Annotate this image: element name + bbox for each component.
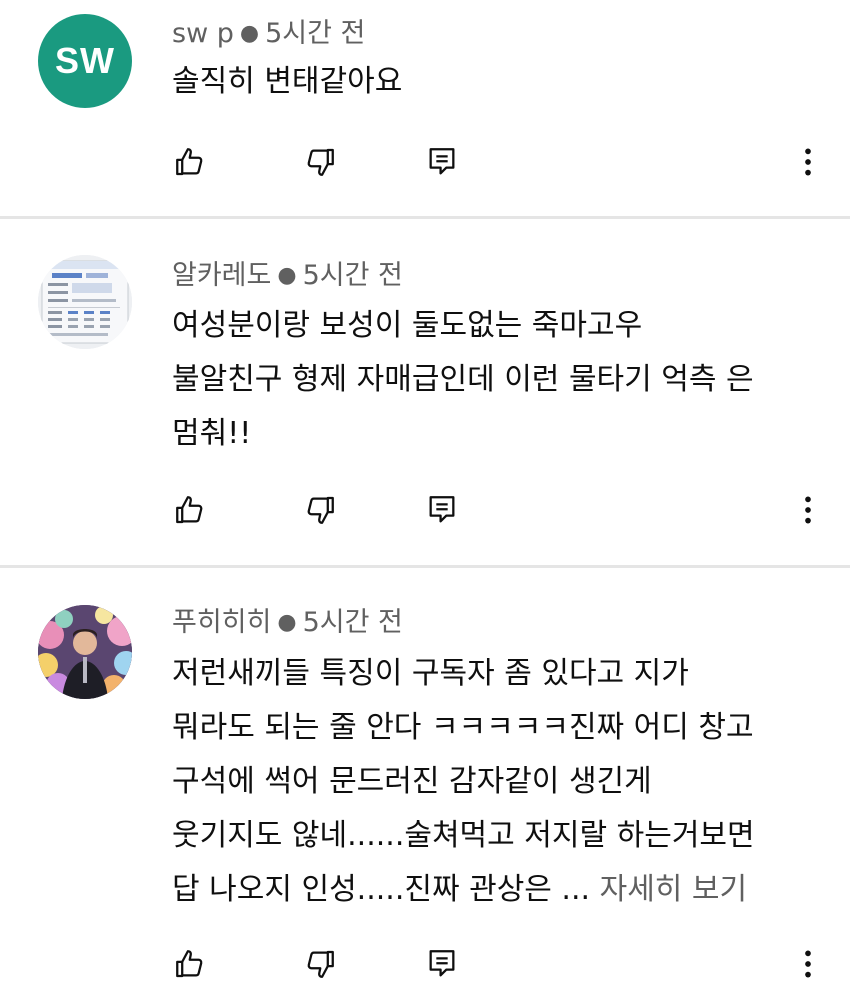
avatar-initials: SW	[55, 40, 115, 81]
comment-meta: sw p ● 5시간 전	[172, 16, 365, 52]
reply-icon	[429, 950, 455, 977]
author-name[interactable]: 알카레도	[172, 260, 271, 291]
more-options-button[interactable]	[788, 490, 828, 530]
reply-icon	[429, 148, 455, 175]
thumbs-up-icon	[176, 148, 203, 176]
avatar[interactable]	[38, 605, 132, 699]
like-button[interactable]	[170, 490, 210, 530]
thumbs-up-icon	[176, 950, 203, 978]
comment-line: 웃기지도 않네......술쳐먹고 저지랄 하는거보면	[172, 818, 755, 853]
separator-dot: ●	[277, 263, 297, 288]
comment-actions	[0, 490, 850, 530]
more-options-button[interactable]	[788, 142, 828, 182]
comment-line-text: 답 나오지 인성.....진짜 관상은 ...	[172, 872, 591, 907]
comment-line: 저런새끼들 특징이 구독자 좀 있다고 지가	[172, 656, 689, 691]
comment-time: 5시간 전	[302, 607, 403, 638]
thumbs-down-icon	[307, 496, 334, 524]
avatar[interactable]	[38, 255, 132, 349]
comment-text: 여성분이랑 보성이 둘도없는 죽마고우 불알친구 형제 자매급인데 이런 물타기…	[172, 299, 832, 461]
dislike-button[interactable]	[300, 490, 340, 530]
comment-actions	[0, 142, 850, 182]
comment-line: 솔직히 변태같아요	[172, 64, 403, 99]
author-name[interactable]: sw p	[172, 18, 234, 49]
reply-icon	[429, 496, 455, 523]
more-vertical-icon	[805, 950, 811, 978]
dislike-button[interactable]	[300, 142, 340, 182]
more-options-button[interactable]	[788, 944, 828, 984]
like-button[interactable]	[170, 944, 210, 984]
reply-button[interactable]	[422, 490, 462, 530]
avatar-photo-image	[38, 605, 132, 699]
thumbs-down-icon	[307, 950, 334, 978]
comment-line: 뭐라도 되는 줄 안다 ㅋㅋㅋㅋㅋ진짜 어디 창고	[172, 710, 754, 745]
comment-line-last: 답 나오지 인성.....진짜 관상은 ... 자세히 보기	[172, 863, 832, 917]
separator-dot: ●	[239, 21, 260, 46]
comment-text: 솔직히 변태같아요	[172, 55, 832, 109]
comment-meta: 푸히히히 ● 5시간 전	[172, 605, 403, 641]
comment-line: 멈춰!!	[172, 416, 252, 451]
more-vertical-icon	[805, 496, 811, 524]
comment-actions	[0, 944, 850, 984]
author-name[interactable]: 푸히히히	[172, 607, 271, 638]
comment-time: 5시간 전	[265, 18, 366, 49]
reply-button[interactable]	[422, 944, 462, 984]
comment-time: 5시간 전	[302, 260, 403, 291]
comment-line: 구석에 썩어 문드러진 감자같이 생긴게	[172, 764, 652, 799]
avatar[interactable]: SW	[38, 14, 132, 108]
thumbs-up-icon	[176, 496, 203, 524]
like-button[interactable]	[170, 142, 210, 182]
avatar-thumbnail-image	[38, 255, 132, 349]
more-vertical-icon	[805, 148, 811, 176]
comment-meta: 알카레도 ● 5시간 전	[172, 258, 403, 294]
thumbs-down-icon	[307, 148, 334, 176]
comment-text: 저런새끼들 특징이 구독자 좀 있다고 지가 뭐라도 되는 줄 안다 ㅋㅋㅋㅋㅋ…	[172, 647, 832, 917]
divider	[0, 565, 850, 568]
comment-line: 불알친구 형제 자매급인데 이런 물타기 억측 은	[172, 362, 754, 397]
divider	[0, 216, 850, 219]
dislike-button[interactable]	[300, 944, 340, 984]
reply-button[interactable]	[422, 142, 462, 182]
separator-dot: ●	[277, 610, 297, 635]
read-more-link[interactable]: 자세히 보기	[600, 872, 748, 907]
comment-line: 여성분이랑 보성이 둘도없는 죽마고우	[172, 308, 643, 343]
